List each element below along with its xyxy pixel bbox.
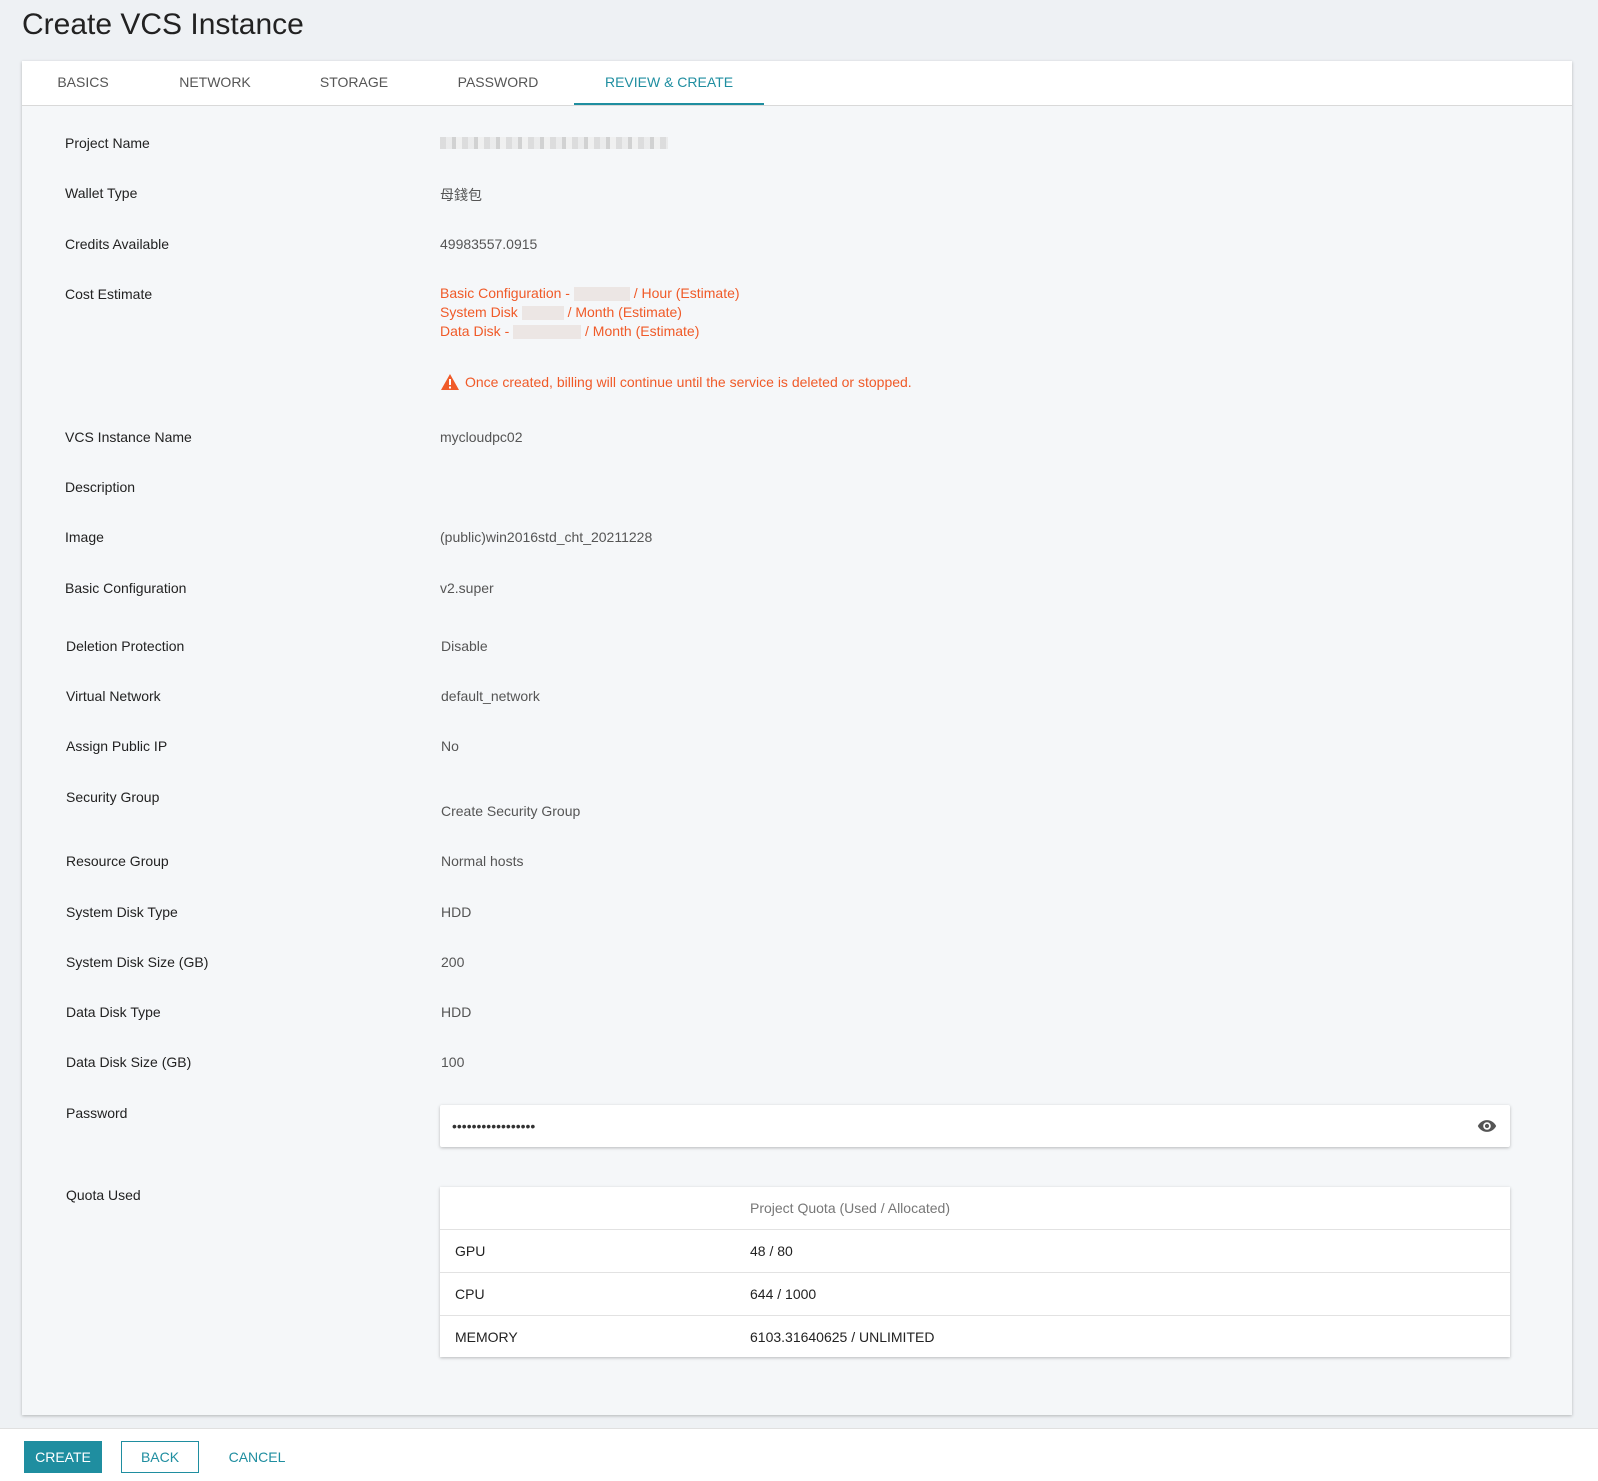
table-row: MEMORY 6103.31640625 / UNLIMITED xyxy=(440,1315,1510,1357)
system-disk-size-value: 200 xyxy=(441,954,465,970)
password-value: ••••••••••••••••• xyxy=(452,1118,536,1134)
table-row: GPU 48 / 80 xyxy=(440,1229,1510,1271)
tab-storage[interactable]: STORAGE xyxy=(286,61,422,105)
cost-basic-configuration: Basic Configuration - / Hour (Estimate) xyxy=(440,284,740,303)
vcs-instance-name-value: mycloudpc02 xyxy=(440,429,523,445)
billing-warning: Once created, billing will continue unti… xyxy=(440,373,912,391)
page-title: Create VCS Instance xyxy=(22,8,304,41)
credits-available-label: Credits Available xyxy=(65,236,170,252)
tab-password[interactable]: PASSWORD xyxy=(422,61,574,105)
data-disk-size-value: 100 xyxy=(441,1054,465,1070)
image-label: Image xyxy=(65,529,104,545)
virtual-network-label: Virtual Network xyxy=(66,688,161,704)
cost-system-disk: System Disk / Month (Estimate) xyxy=(440,303,740,322)
data-disk-size-label: Data Disk Size (GB) xyxy=(66,1054,192,1070)
cost-data-disk: Data Disk - / Month (Estimate) xyxy=(440,322,740,341)
quota-header-row: Project Quota (Used / Allocated) xyxy=(440,1187,1510,1229)
system-disk-size-label: System Disk Size (GB) xyxy=(66,954,209,970)
data-disk-type-value: HDD xyxy=(441,1004,472,1020)
resource-group-label: Resource Group xyxy=(66,853,169,869)
redacted-project-name xyxy=(440,137,668,150)
resource-group-value: Normal hosts xyxy=(441,853,524,869)
back-button[interactable]: BACK xyxy=(121,1441,199,1473)
cost-system-prefix: System Disk xyxy=(440,304,518,320)
warning-icon xyxy=(441,374,459,390)
tab-review-create[interactable]: REVIEW & CREATE xyxy=(574,61,764,105)
deletion-protection-label: Deletion Protection xyxy=(66,638,185,654)
quota-column-header: Project Quota (Used / Allocated) xyxy=(750,1200,950,1216)
action-footer: CREATE BACK CANCEL xyxy=(0,1428,1598,1481)
assign-public-ip-value: No xyxy=(441,738,459,754)
wizard-tabs: BASICS NETWORK STORAGE PASSWORD REVIEW &… xyxy=(22,61,1572,106)
wallet-type-value: 母錢包 xyxy=(440,187,482,203)
credits-available-value: 49983557.0915 xyxy=(440,236,538,252)
image-value: (public)win2016std_cht_20211228 xyxy=(440,529,653,545)
password-field[interactable]: ••••••••••••••••• xyxy=(440,1105,1510,1147)
cost-estimate-label: Cost Estimate xyxy=(65,286,153,302)
redacted-cost xyxy=(573,287,630,302)
wallet-type-label: Wallet Type xyxy=(65,185,138,201)
tab-network[interactable]: NETWORK xyxy=(144,61,286,105)
quota-resource-value: 644 / 1000 xyxy=(750,1286,817,1302)
cost-basic-prefix: Basic Configuration - xyxy=(440,285,570,301)
quota-resource-name: CPU xyxy=(455,1286,485,1302)
assign-public-ip-label: Assign Public IP xyxy=(66,738,168,754)
cost-data-prefix: Data Disk - xyxy=(440,323,510,339)
redacted-cost xyxy=(521,306,564,321)
tab-basics[interactable]: BASICS xyxy=(22,61,144,105)
system-disk-type-value: HDD xyxy=(441,904,472,920)
security-group-label: Security Group xyxy=(66,789,160,805)
quota-resource-name: GPU xyxy=(455,1243,486,1259)
redacted-cost xyxy=(513,325,582,340)
create-button[interactable]: CREATE xyxy=(24,1441,102,1473)
review-card: BASICS NETWORK STORAGE PASSWORD REVIEW &… xyxy=(22,61,1572,1415)
quota-resource-value: 6103.31640625 / UNLIMITED xyxy=(750,1329,935,1345)
security-group-value: Create Security Group xyxy=(441,803,581,819)
vcs-instance-name-label: VCS Instance Name xyxy=(65,429,192,445)
cost-system-suffix: / Month (Estimate) xyxy=(567,304,682,320)
basic-configuration-value: v2.super xyxy=(440,580,494,596)
project-name-label: Project Name xyxy=(65,135,150,151)
billing-warning-text: Once created, billing will continue unti… xyxy=(465,374,912,390)
cost-basic-suffix: / Hour (Estimate) xyxy=(633,285,740,301)
description-label: Description xyxy=(65,479,136,495)
system-disk-type-label: System Disk Type xyxy=(66,904,178,920)
eye-icon[interactable] xyxy=(1476,1116,1498,1136)
quota-resource-value: 48 / 80 xyxy=(750,1243,793,1259)
data-disk-type-label: Data Disk Type xyxy=(66,1004,161,1020)
table-row: CPU 644 / 1000 xyxy=(440,1272,1510,1314)
quota-resource-name: MEMORY xyxy=(455,1329,518,1345)
deletion-protection-value: Disable xyxy=(441,638,488,654)
quota-table: Project Quota (Used / Allocated) GPU 48 … xyxy=(440,1187,1510,1357)
quota-used-label: Quota Used xyxy=(66,1187,141,1203)
cost-data-suffix: / Month (Estimate) xyxy=(585,323,700,339)
basic-configuration-label: Basic Configuration xyxy=(65,580,187,596)
cost-estimate-value: Basic Configuration - / Hour (Estimate) … xyxy=(440,284,740,341)
password-label: Password xyxy=(66,1105,128,1121)
virtual-network-value: default_network xyxy=(441,688,540,704)
project-name-value xyxy=(440,134,668,150)
cancel-button[interactable]: CANCEL xyxy=(218,1441,296,1473)
